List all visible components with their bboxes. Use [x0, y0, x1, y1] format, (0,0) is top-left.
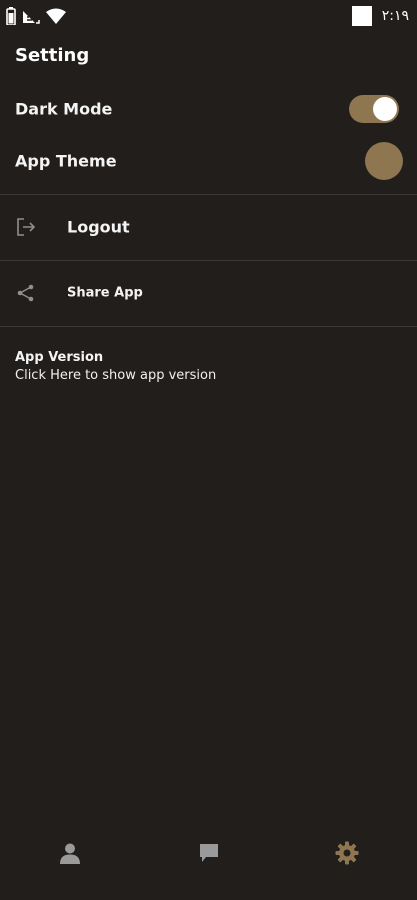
signal-icon [22, 8, 40, 28]
status-icons-right: ٢:١٩ [351, 6, 409, 26]
page-title: Setting [15, 45, 90, 66]
wifi-icon [46, 8, 66, 28]
toggle-knob [373, 97, 397, 121]
app-version-subtitle: Click Here to show app version [15, 368, 217, 383]
bottom-nav [0, 820, 417, 900]
battery-icon [6, 7, 16, 29]
chat-icon [198, 842, 220, 868]
settings-icon [335, 841, 359, 869]
dark-mode-label: Dark Mode [15, 99, 113, 119]
profile-icon [59, 842, 81, 868]
divider [0, 326, 417, 327]
app-theme-label: App Theme [15, 151, 117, 171]
nav-chat[interactable] [196, 842, 222, 868]
dark-mode-toggle[interactable] [349, 95, 399, 123]
share-app-row[interactable]: Share App [0, 261, 417, 325]
status-icons-left [6, 7, 66, 29]
app-version-title: App Version [15, 350, 104, 365]
nav-settings[interactable] [334, 841, 360, 869]
notification-icon [351, 6, 372, 26]
app-theme-row[interactable]: App Theme [0, 141, 417, 181]
dark-mode-row: Dark Mode [0, 89, 417, 129]
share-icon [15, 282, 37, 304]
logout-row[interactable]: Logout [0, 195, 417, 259]
app-version-item[interactable]: App Version Click Here to show app versi… [15, 350, 216, 383]
share-app-label: Share App [67, 285, 143, 301]
logout-label: Logout [67, 217, 130, 237]
status-bar: ٢:١٩ [0, 0, 417, 34]
status-time: ٢:١٩ [381, 8, 409, 24]
nav-profile[interactable] [57, 842, 83, 868]
theme-color-swatch[interactable] [365, 142, 403, 180]
logout-icon [15, 216, 37, 238]
